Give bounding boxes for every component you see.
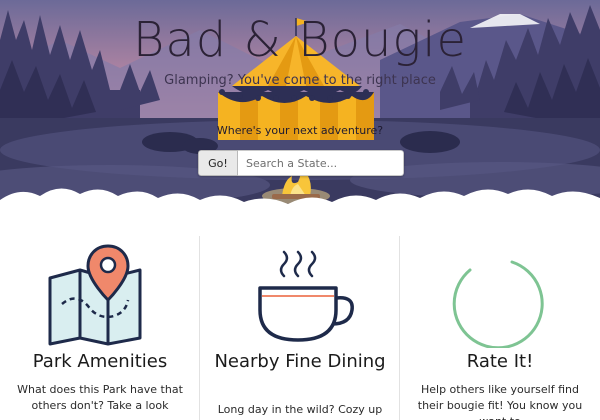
hero-banner: Bad & Bougie Glamping? You've come to th… [0, 0, 600, 228]
state-search-input[interactable] [238, 150, 404, 176]
site-title: Bad & Bougie [132, 12, 468, 68]
card-title: Nearby Fine Dining [214, 351, 386, 372]
card-rate-it: Rate It! Help others like yourself find … [400, 236, 600, 420]
feature-cards: Park Amenities What does this Park have … [0, 236, 600, 420]
go-button[interactable]: Go! [198, 150, 238, 176]
site-tagline: Glamping? You've come to the right place [164, 73, 436, 88]
card-title: Park Amenities [32, 351, 168, 372]
search-prompt: Where's your next adventure? [216, 124, 384, 137]
card-description: Help others like yourself find their bou… [417, 383, 583, 420]
state-search-bar: Go! [198, 150, 404, 176]
rating-ring-icon [452, 260, 544, 348]
card-description: Long day in the wild? Cozy up [217, 403, 383, 416]
card-park-amenities: Park Amenities What does this Park have … [0, 236, 200, 420]
card-title: Rate It! [466, 351, 534, 372]
coffee-cup-icon [258, 250, 354, 342]
card-description: What does this Park have that others don… [17, 383, 183, 412]
map-pin-icon [48, 244, 142, 346]
card-nearby-dining: Nearby Fine Dining Long day in the wild?… [200, 236, 400, 420]
